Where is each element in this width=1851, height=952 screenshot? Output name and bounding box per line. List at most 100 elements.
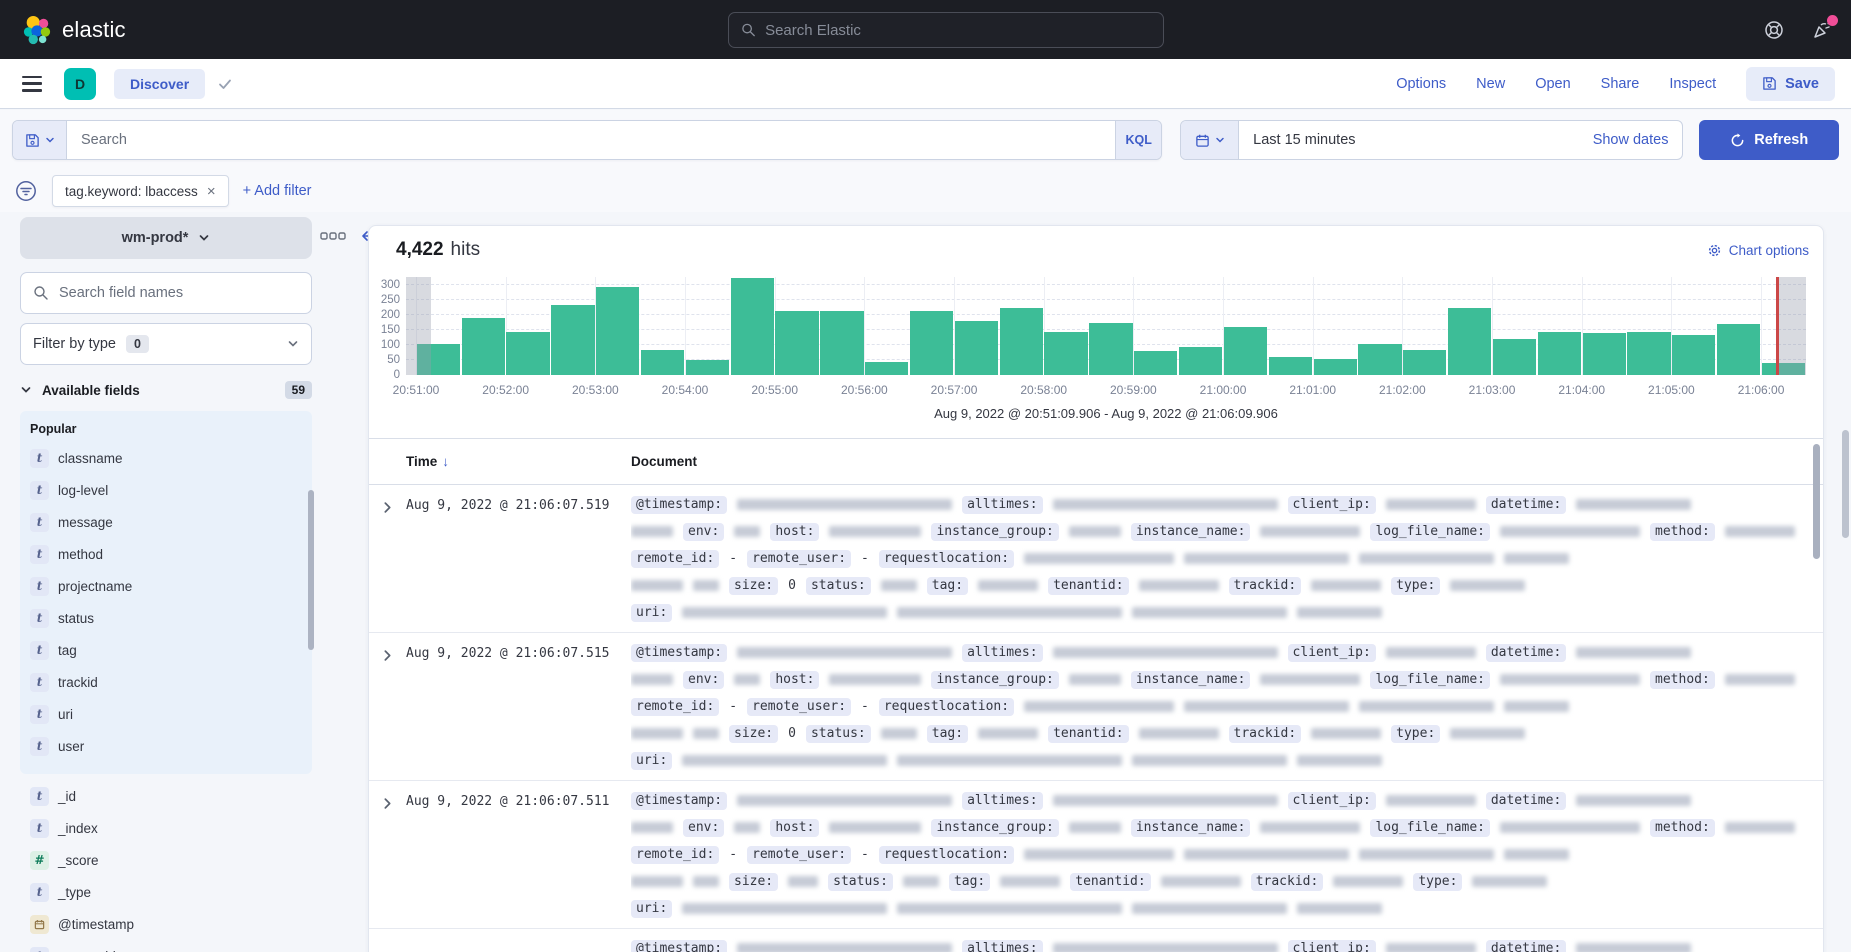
- redacted-value: [693, 580, 719, 591]
- save-button[interactable]: Save: [1746, 67, 1835, 101]
- histogram-bar-20:54:00: [686, 360, 729, 375]
- nav-link-inspect[interactable]: Inspect: [1669, 76, 1716, 92]
- redacted-value: [1359, 553, 1494, 564]
- field-name: trackid: [58, 675, 98, 690]
- doc-field-label: remote_user:: [747, 550, 851, 568]
- chevron-down-icon: [20, 384, 32, 396]
- news-feed-icon[interactable]: [1811, 19, 1833, 41]
- sidebar-scrollbar[interactable]: [308, 490, 314, 650]
- expand-row-icon[interactable]: [369, 781, 406, 928]
- sidebar-field-_id[interactable]: t_id: [28, 780, 304, 812]
- nav-link-options[interactable]: Options: [1396, 76, 1446, 92]
- index-pattern-selector[interactable]: wm-prod*: [20, 217, 312, 259]
- type-filter-count-badge: 0: [126, 335, 149, 353]
- redacted-value: [829, 674, 921, 685]
- redacted-value: [1386, 795, 1476, 806]
- filter-pill-tag-keyword[interactable]: tag.keyword: lbaccess ×: [52, 175, 229, 207]
- field-search-box[interactable]: [20, 272, 312, 314]
- redacted-value: [1000, 876, 1060, 887]
- x-tick-label: 21:00:00: [1200, 383, 1247, 397]
- table-scrollbar[interactable]: [1813, 444, 1820, 559]
- sidebar-field-message[interactable]: tmessage: [28, 506, 304, 538]
- remove-filter-icon[interactable]: ×: [207, 183, 216, 200]
- partial-bucket-overlay-left: [406, 277, 431, 375]
- sidebar-field-tag[interactable]: ttag: [28, 634, 304, 666]
- global-search-input[interactable]: [765, 22, 1151, 39]
- redacted-value: [734, 674, 760, 685]
- histogram-bar-21:01:30: [1358, 344, 1401, 376]
- sidebar-field-classname[interactable]: tclassname: [28, 442, 304, 474]
- nav-link-open[interactable]: Open: [1535, 76, 1570, 92]
- date-picker-menu-button[interactable]: [1181, 121, 1239, 159]
- sidebar-field-projectname[interactable]: tprojectname: [28, 570, 304, 602]
- field-name: message: [58, 515, 113, 530]
- expand-row-icon[interactable]: [369, 485, 406, 632]
- filter-by-type-dropdown[interactable]: Filter by type 0: [20, 323, 312, 365]
- doc-field-label: env:: [683, 819, 724, 837]
- time-column-header[interactable]: Time ↓: [406, 454, 631, 469]
- sidebar-field-uri[interactable]: turi: [28, 698, 304, 730]
- doc-field-label: tenantid:: [1070, 873, 1150, 891]
- saved-query-menu-button[interactable]: [13, 121, 67, 159]
- redacted-value: [1053, 499, 1278, 510]
- doc-field-label: uri:: [631, 752, 672, 770]
- field-search-input[interactable]: [59, 285, 299, 301]
- doc-field-label: uri:: [631, 900, 672, 918]
- redacted-value: [881, 728, 917, 739]
- sidebar-field-status[interactable]: tstatus: [28, 602, 304, 634]
- expand-row-icon[interactable]: [369, 633, 406, 780]
- space-avatar[interactable]: D: [64, 68, 96, 100]
- chart-options-button[interactable]: Chart options: [1707, 243, 1809, 258]
- query-search-input[interactable]: [67, 121, 1115, 159]
- nav-link-share[interactable]: Share: [1601, 76, 1640, 92]
- text-field-type-icon: t: [30, 787, 49, 806]
- breadcrumb-discover[interactable]: Discover: [114, 69, 205, 99]
- doc-field-value: -: [861, 847, 869, 862]
- time-range-value[interactable]: Last 15 minutes: [1239, 121, 1593, 159]
- redacted-value: [1053, 647, 1278, 658]
- sidebar-field-_type[interactable]: t_type: [28, 876, 304, 908]
- query-language-button[interactable]: KQL: [1115, 121, 1161, 159]
- search-icon: [33, 285, 49, 301]
- row-document-summary: @timestamp:alltimes:client_ip:datetime:e…: [631, 929, 1823, 952]
- redacted-value: [1132, 903, 1287, 914]
- menu-icon[interactable]: [22, 76, 42, 92]
- add-filter-button[interactable]: + Add filter: [243, 183, 312, 199]
- histogram-plot[interactable]: [406, 277, 1806, 375]
- elastic-brand[interactable]: elastic: [22, 15, 126, 45]
- global-search-box[interactable]: [728, 12, 1164, 48]
- sidebar-field-accountid[interactable]: taccountid: [28, 940, 304, 952]
- sort-descending-icon[interactable]: ↓: [442, 454, 449, 469]
- doc-field-label: env:: [683, 523, 724, 541]
- sidebar-field-method[interactable]: tmethod: [28, 538, 304, 570]
- page-scrollbar[interactable]: [1842, 430, 1849, 538]
- gear-icon: [1707, 243, 1722, 258]
- nav-link-new[interactable]: New: [1476, 76, 1505, 92]
- doc-field-label: size:: [729, 725, 778, 743]
- table-row: Aug 9, 2022 @ 21:06:07.515@timestamp:all…: [369, 633, 1823, 781]
- expand-row-icon[interactable]: [369, 929, 406, 952]
- sidebar-field-_index[interactable]: t_index: [28, 812, 304, 844]
- filter-icon[interactable]: [14, 179, 38, 203]
- histogram-bar-20:58:00: [1044, 332, 1087, 376]
- field-name: status: [58, 611, 94, 626]
- help-icon[interactable]: [1763, 19, 1785, 41]
- sidebar-field-trackid[interactable]: ttrackid: [28, 666, 304, 698]
- redacted-value: [734, 822, 760, 833]
- refresh-button[interactable]: Refresh: [1699, 120, 1839, 160]
- redacted-value: [1725, 526, 1795, 537]
- text-field-type-icon: t: [30, 449, 49, 468]
- popular-fields-section: Popular tclassnametlog-leveltmessagetmet…: [20, 411, 312, 774]
- chart-options-label: Chart options: [1729, 243, 1809, 258]
- doc-field-label: size:: [729, 577, 778, 595]
- field-view-options-icon[interactable]: [320, 231, 346, 241]
- doc-field-label: remote_id:: [631, 846, 719, 864]
- sidebar-field-user[interactable]: tuser: [28, 730, 304, 762]
- sidebar-field-log-level[interactable]: tlog-level: [28, 474, 304, 506]
- available-fields-header[interactable]: Available fields 59: [20, 381, 312, 399]
- show-dates-button[interactable]: Show dates: [1593, 121, 1683, 159]
- sidebar-field-@timestamp[interactable]: @timestamp: [28, 908, 304, 940]
- field-name: user: [58, 739, 84, 754]
- sidebar-field-_score[interactable]: #_score: [28, 844, 304, 876]
- row-timestamp: Aug 9, 2022 @ 21:06:07.511: [406, 781, 631, 928]
